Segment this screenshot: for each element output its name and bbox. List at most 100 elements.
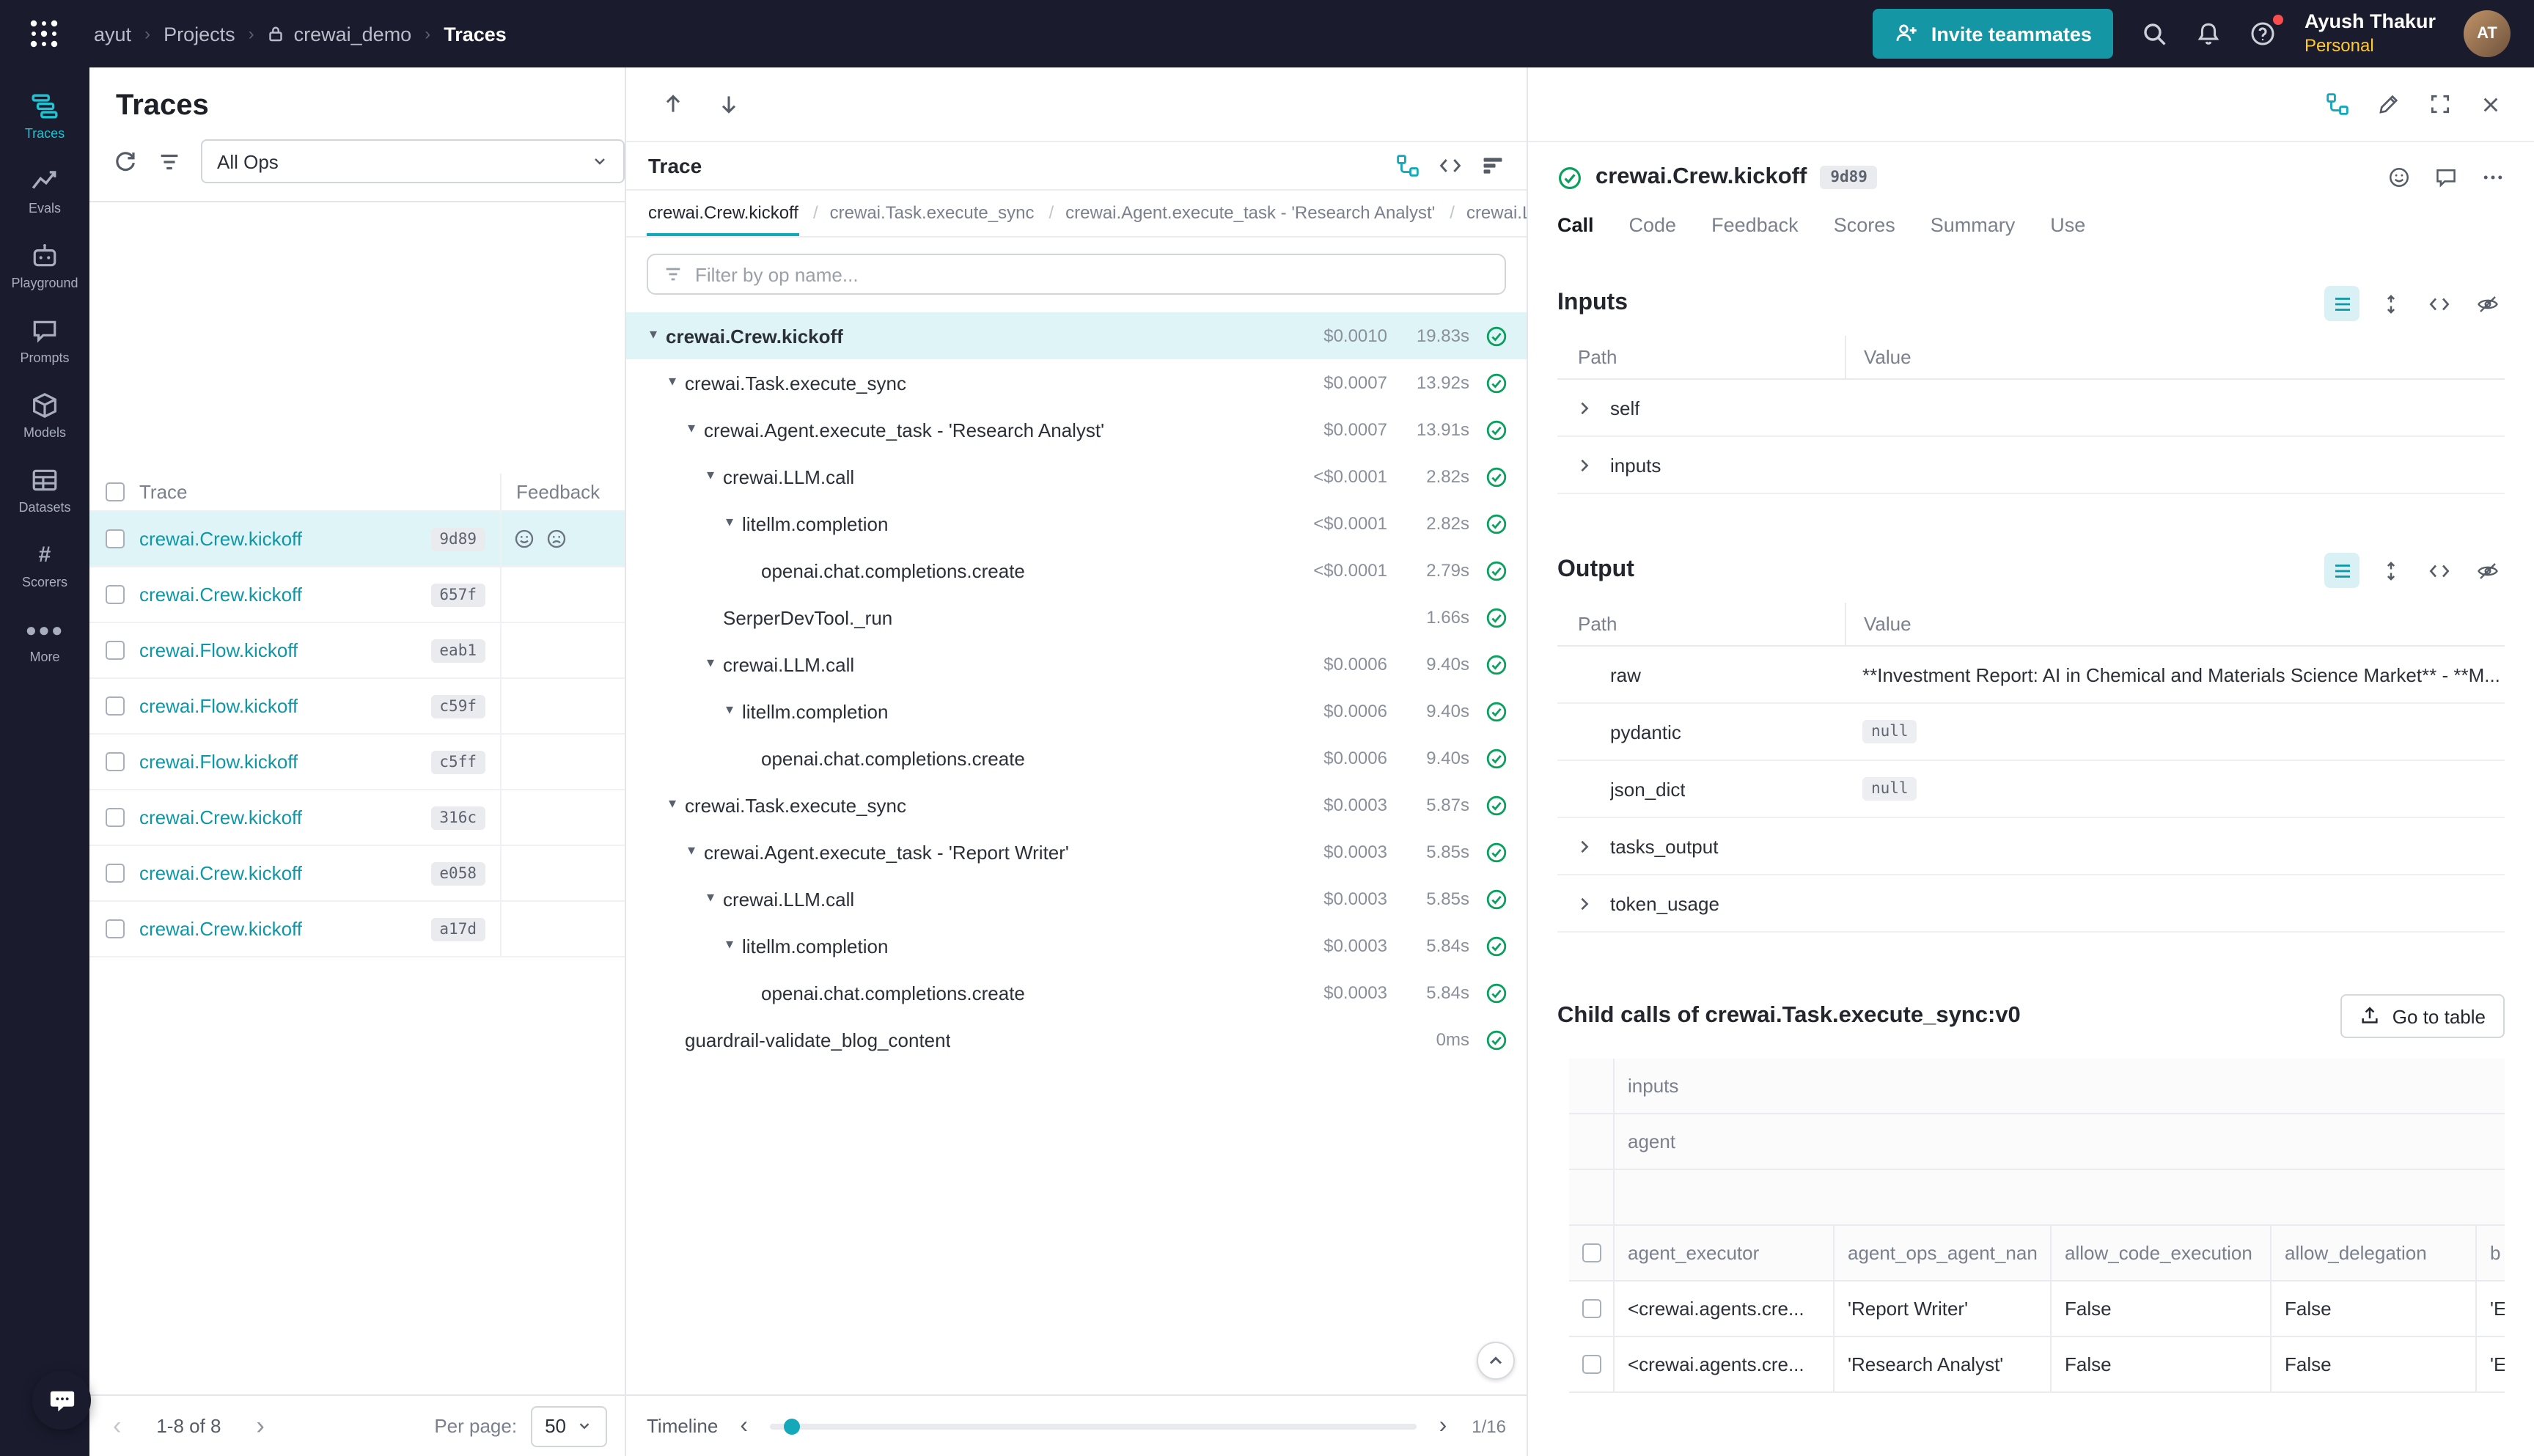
trace-link[interactable]: crewai.Crew.kickoff [139,918,302,940]
trace-tree-row[interactable]: ▾ crewai.Task.execute_sync $0.0003 5.87s [626,782,1527,828]
column-header[interactable]: allow_delegation [2270,1226,2475,1280]
trace-link[interactable]: crewai.Crew.kickoff [139,806,302,828]
row-checkbox[interactable] [105,919,124,938]
fullscreen-icon[interactable] [2428,92,2452,116]
hide-values-eye-icon[interactable] [2469,286,2505,321]
column-settings-icon[interactable] [157,149,182,174]
sidebar-item-models[interactable]: Models [0,378,89,453]
row-checkbox[interactable] [1582,1299,1601,1318]
trace-tree-row[interactable]: ▾ crewai.LLM.call <$0.0001 2.82s [626,453,1527,500]
table-row[interactable]: crewai.Flow.kickoff c59f [89,679,625,735]
previous-call-arrow-icon[interactable] [661,92,685,116]
call-tab[interactable]: Scores [1834,214,1895,248]
search-icon[interactable] [2142,21,2168,47]
sidebar-item-traces[interactable]: Traces [0,79,89,154]
caret-down-icon[interactable]: ▾ [717,516,742,531]
trace-link[interactable]: crewai.Flow.kickoff [139,751,298,773]
output-row[interactable]: tasks_output [1557,818,2505,875]
sidebar-item-prompts[interactable]: Prompts [0,304,89,378]
table-row[interactable]: crewai.Crew.kickoff a17d [89,902,625,957]
call-tab[interactable]: Code [1629,214,1677,248]
scroll-to-top-button[interactable] [1477,1342,1515,1380]
trace-tree-row[interactable]: openai.chat.completions.create <$0.0001 … [626,547,1527,594]
table-row[interactable]: crewai.Flow.kickoff eab1 [89,623,625,679]
row-checkbox[interactable] [105,808,124,827]
sidebar-item-datasets[interactable]: Datasets [0,453,89,528]
call-tab[interactable]: Feedback [1711,214,1799,248]
table-row[interactable]: crewai.Crew.kickoff 9d89 [89,512,625,567]
trace-tree-row[interactable]: openai.chat.completions.create $0.0006 9… [626,735,1527,782]
hide-values-eye-icon[interactable] [2469,553,2505,588]
caret-down-icon[interactable]: ▾ [679,845,704,859]
op-name-filter-input[interactable] [695,263,1490,285]
help-icon[interactable] [2250,21,2277,47]
chat-launcher-button[interactable] [32,1371,91,1430]
trace-link[interactable]: crewai.Crew.kickoff [139,528,302,550]
output-row[interactable]: json_dict null [1557,761,2505,818]
caret-down-icon[interactable]: ▾ [717,938,742,953]
trace-tree-row[interactable]: ▾ crewai.Task.execute_sync $0.0007 13.92… [626,359,1527,406]
breadcrumb-projects[interactable]: Projects [164,23,235,45]
user-menu[interactable]: Ayush Thakur Personal [2305,10,2436,58]
edit-pencil-icon[interactable] [2377,92,2401,116]
sidebar-item-evals[interactable]: Evals [0,154,89,229]
code-view-icon[interactable] [2421,553,2456,588]
column-header[interactable]: agent_ops_agent_nan [1833,1226,2050,1280]
caret-down-icon[interactable]: ▾ [679,422,704,437]
caret-down-icon[interactable]: ▾ [660,798,685,812]
table-row[interactable]: crewai.Crew.kickoff 657f [89,567,625,623]
row-checkbox[interactable] [105,696,124,716]
chevron-right-icon[interactable] [1574,398,1593,417]
inputs-row[interactable]: inputs [1557,437,2505,494]
code-view-icon[interactable] [1439,154,1462,177]
output-row[interactable]: token_usage [1557,875,2505,933]
row-checkbox[interactable] [105,864,124,883]
trace-tree-row[interactable]: ▾ crewai.Crew.kickoff $0.0010 19.83s [626,312,1527,359]
row-checkbox[interactable] [105,585,124,604]
trace-tree-row[interactable]: SerperDevTool._run 1.66s [626,594,1527,641]
chevron-right-icon[interactable] [1574,455,1593,474]
call-tab[interactable]: Use [2050,214,2085,248]
breadcrumb-project[interactable]: crewai_demo [294,23,412,45]
inputs-row[interactable]: self [1557,380,2505,437]
column-header[interactable]: agent_executor [1613,1226,1833,1280]
avatar[interactable]: AT [2464,10,2511,57]
timeline-slider-handle[interactable] [785,1418,801,1434]
trace-link[interactable]: crewai.Crew.kickoff [139,584,302,606]
row-checkbox[interactable] [105,641,124,660]
list-view-icon[interactable] [2324,286,2359,321]
trace-link[interactable]: crewai.Flow.kickoff [139,695,298,717]
code-view-icon[interactable] [2421,286,2456,321]
trace-tree-row[interactable]: openai.chat.completions.create $0.0003 5… [626,969,1527,1016]
go-to-table-button[interactable]: Go to table [2341,994,2505,1038]
wandb-logo[interactable] [18,7,70,60]
call-tab[interactable]: Call [1557,214,1594,248]
timeline-prev-icon[interactable]: ‹ [732,1414,755,1438]
caret-down-icon[interactable]: ▾ [717,704,742,718]
child-call-row[interactable]: <crewai.agents.cre... 'Report Writer' Fa… [1569,1282,2505,1337]
table-row[interactable]: crewai.Crew.kickoff 316c [89,790,625,846]
close-icon[interactable] [2480,93,2502,115]
call-stack-crumb[interactable]: crewai.Crew.kickoff [647,191,800,236]
row-checkbox[interactable] [105,752,124,771]
table-row[interactable]: crewai.Flow.kickoff c5ff [89,735,625,790]
trace-tree-row[interactable]: ▾ litellm.completion <$0.0001 2.82s [626,500,1527,547]
sidebar-item-playground[interactable]: Playground [0,229,89,304]
column-header[interactable]: allow_code_execution [2050,1226,2270,1280]
trace-tree-row[interactable]: ▾ crewai.LLM.call $0.0006 9.40s [626,641,1527,688]
tree-panel-toggle-icon[interactable] [2326,92,2349,116]
next-page-icon[interactable]: › [251,1413,271,1438]
invite-teammates-button[interactable]: Invite teammates [1873,9,2114,59]
child-call-row[interactable]: <crewai.agents.cre... 'Research Analyst'… [1569,1337,2505,1393]
output-row[interactable]: pydantic null [1557,704,2505,761]
column-header[interactable]: b [2475,1226,2505,1280]
overflow-menu-icon[interactable] [2481,166,2505,189]
call-tab[interactable]: Summary [1931,214,2016,248]
output-row[interactable]: raw **Investment Report: AI in Chemical … [1557,647,2505,704]
caret-down-icon[interactable]: ▾ [698,891,723,906]
smiley-feedback-icon[interactable] [513,528,535,550]
trace-tree-row[interactable]: guardrail-validate_blog_content 0ms [626,1016,1527,1063]
table-row[interactable]: crewai.Crew.kickoff e058 [89,846,625,902]
chevron-right-icon[interactable] [1574,837,1593,856]
sidebar-item-scorers[interactable]: # Scorers [0,528,89,603]
